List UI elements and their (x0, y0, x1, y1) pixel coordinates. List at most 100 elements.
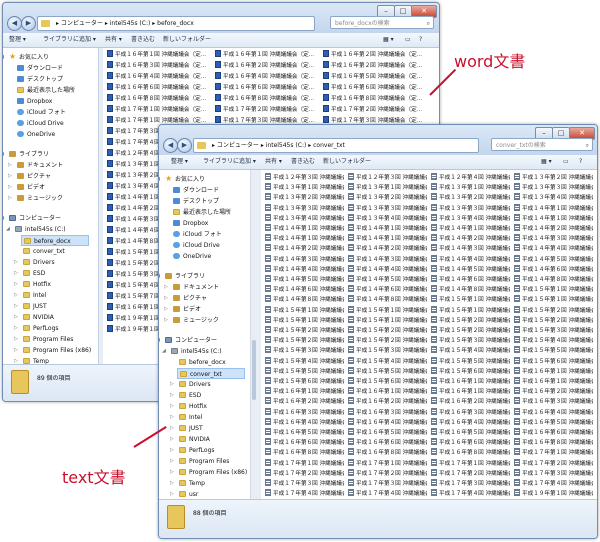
file-item[interactable]: 平成１９年第１回 沖縄議議会（定... (514, 489, 593, 499)
file-item[interactable]: 平成１４年第１回 沖縄議議会（定... (265, 234, 344, 244)
file-item[interactable]: 平成１４年第２回 沖縄議議会（定... (265, 244, 344, 254)
expand-arrow-icon[interactable]: ▷ (170, 478, 174, 489)
file-item[interactable]: 平成１５年第３回 沖縄議議会（定... (431, 336, 510, 346)
sidebar-item-favorite-4[interactable]: Dropbox (171, 218, 245, 229)
back-button[interactable]: ◀ (7, 16, 22, 31)
sidebar-item-favorite-1[interactable]: ダウンロード (15, 63, 89, 74)
forward-button[interactable]: ▶ (177, 138, 192, 153)
file-item[interactable]: 平成１６年第１回 沖縄議議会（定... (514, 377, 593, 387)
sidebar-item-intel[interactable]: ▷ Intel (14, 290, 89, 301)
sidebar-item-nvidia[interactable]: ▷ NVIDIA (170, 434, 245, 445)
expand-arrow-icon[interactable]: ▷ (14, 257, 18, 268)
sidebar-item-library-0[interactable]: ◢ ライブラリ (159, 271, 245, 282)
file-item[interactable]: 平成１６年第２回 沖縄議議会（定... (323, 50, 427, 60)
expand-arrow-icon[interactable]: ▷ (170, 456, 174, 467)
file-item[interactable]: 平成１３年第３回 沖縄議議会（定... (348, 203, 427, 214)
file-item[interactable]: 平成１４年第８回 沖縄議議会（定... (265, 295, 344, 305)
sidebar-item-library-0[interactable]: ◢ ライブラリ (3, 149, 89, 160)
file-item[interactable]: 平成１４年第２回 沖縄議議会（定... (431, 234, 510, 244)
file-item[interactable]: 平成１３年第２回 沖縄議議会（定... (348, 193, 427, 203)
file-item[interactable]: 平成１６年第８回 沖縄議議会（定... (265, 448, 344, 458)
file-item[interactable]: 平成１５年第５回 沖縄議議会（定... (265, 366, 344, 377)
file-item[interactable]: 平成１６年第８回 沖縄議議会（定... (107, 94, 211, 104)
nav-scrollbar[interactable] (250, 170, 257, 500)
file-item[interactable]: 平成１６年第３回 沖縄議議会（定... (514, 397, 593, 407)
file-item[interactable]: 平成１６年第１回 沖縄議議会（定... (215, 50, 319, 60)
sidebar-item-computer[interactable]: ◢ コンピューター (159, 335, 245, 346)
file-item[interactable]: 平成１６年第２回 沖縄議議会（定... (265, 397, 344, 407)
file-item[interactable]: 平成１４年第１回 沖縄議議会（定... (514, 213, 593, 224)
file-item[interactable]: 平成１６年第２回 沖縄議議会（定... (514, 387, 593, 397)
expand-arrow-icon[interactable]: ▷ (14, 279, 18, 290)
expand-arrow-icon[interactable]: ◢ (3, 52, 4, 63)
file-item[interactable]: 平成１３年第４回 沖縄議議会（定... (514, 193, 593, 203)
file-item[interactable]: 平成１６年第６回 沖縄議議会（定... (107, 83, 211, 93)
sidebar-item-favorite-3[interactable]: 最近表示した場所 (171, 207, 245, 218)
file-item[interactable]: 平成１６年第４回 沖縄議議会（定... (348, 417, 427, 428)
file-item[interactable]: 平成１５年第６回 沖縄議議会（定... (514, 356, 593, 367)
sidebar-item-favorite-7[interactable]: OneDrive (15, 129, 89, 140)
file-item[interactable]: 平成１４年第６回 沖縄議議会（定... (514, 264, 593, 275)
sidebar-item-library-4[interactable]: ▷ ミュージック (164, 315, 245, 326)
file-item[interactable]: 平成１５年第１回 沖縄議議会（定... (265, 305, 344, 316)
sidebar-item-computer[interactable]: ◢ コンピューター (3, 213, 89, 224)
expand-arrow-icon[interactable]: ▷ (170, 467, 174, 478)
file-item[interactable]: 平成１４年第３回 沖縄議議会（定... (265, 254, 344, 265)
expand-arrow-icon[interactable]: ▷ (8, 193, 12, 204)
file-item[interactable]: 平成１４年第４回 沖縄議議会（定... (514, 244, 593, 254)
file-item[interactable]: 平成１５年第１回 沖縄議議会（定... (431, 305, 510, 316)
file-item[interactable]: 平成１６年第１回 沖縄議議会（定... (431, 377, 510, 387)
sidebar-item-library-3[interactable]: ▷ ビデオ (164, 304, 245, 315)
file-item[interactable]: 平成１５年第５回 沖縄議議会（定... (514, 346, 593, 356)
file-item[interactable]: 平成１７年第２回 沖縄議議会（定... (323, 105, 427, 115)
forward-button[interactable]: ▶ (21, 16, 36, 31)
file-item[interactable]: 平成１６年第８回 沖縄議議会（定... (323, 94, 427, 104)
file-item[interactable]: 平成１５年第６回 沖縄議議会（定... (265, 377, 344, 387)
expand-arrow-icon[interactable]: ▷ (170, 401, 174, 412)
file-item[interactable]: 平成１４年第５回 沖縄議議会（定... (348, 275, 427, 285)
file-item[interactable]: 平成１４年第８回 沖縄議議会（定... (348, 295, 427, 305)
sidebar-item-esd[interactable]: ▷ ESD (14, 268, 89, 279)
sidebar-item-program-files-x86[interactable]: ▷ Program Files (x86) (170, 467, 247, 478)
file-item[interactable]: 平成１７年第２回 沖縄議議会（定... (265, 468, 344, 479)
expand-arrow-icon[interactable]: ▷ (8, 182, 12, 193)
expand-arrow-icon[interactable]: ▷ (164, 282, 168, 293)
preview-pane-icon[interactable]: ▭ (563, 155, 569, 169)
expand-arrow-icon[interactable]: ▷ (14, 290, 18, 301)
expand-arrow-icon[interactable]: ▷ (14, 312, 18, 323)
file-item[interactable]: 平成１６年第２回 沖縄議議会（定... (215, 61, 319, 71)
sidebar-item-favorite-6[interactable]: iCloud Drive (171, 240, 245, 251)
sidebar-item-library-4[interactable]: ▷ ミュージック (8, 193, 89, 204)
file-item[interactable]: 平成１２年第３回 沖縄議議会（定... (348, 173, 427, 183)
file-item[interactable]: 平成１３年第２回 沖縄議議会（定... (265, 193, 344, 203)
expand-arrow-icon[interactable]: ◢ (3, 149, 4, 160)
file-item[interactable]: 平成１５年第２回 沖縄議議会（定... (431, 315, 510, 326)
file-item[interactable]: 平成１３年第３回 沖縄議議会（定... (514, 183, 593, 193)
file-item[interactable]: 平成１５年第２回 沖縄議議会（定... (514, 305, 593, 316)
file-item[interactable]: 平成１６年第３回 沖縄議議会（定... (107, 61, 211, 71)
file-item[interactable]: 平成１４年第１回 沖縄議議会（定... (514, 203, 593, 214)
sidebar-item-intel[interactable]: ▷ Intel (170, 412, 245, 423)
file-item[interactable]: 平成１５年第１回 沖縄議議会（定... (431, 295, 510, 305)
file-item[interactable]: 平成１４年第３回 沖縄議議会（定... (348, 254, 427, 265)
view-options-icon[interactable]: ▦ ▾ (541, 155, 552, 169)
sidebar-item-conver-txt[interactable]: conver_txt (177, 368, 245, 379)
file-item[interactable]: 平成１５年第６回 沖縄議議会（定... (431, 366, 510, 377)
file-item[interactable]: 平成１６年第８回 沖縄議議会（定... (431, 448, 510, 458)
file-item[interactable]: 平成１６年第４回 沖縄議議会（定... (215, 72, 319, 82)
help-icon[interactable]: ? (419, 33, 422, 47)
file-item[interactable]: 平成１５年第２回 沖縄議議会（定... (265, 336, 344, 346)
file-item[interactable]: 平成１３年第４回 沖縄議議会（定... (265, 213, 344, 224)
sidebar-item-favorite-4[interactable]: Dropbox (15, 96, 89, 107)
expand-arrow-icon[interactable]: ◢ (159, 174, 160, 185)
file-item[interactable]: 平成１６年第５回 沖縄議議会（定... (431, 428, 510, 438)
expand-arrow-icon[interactable]: ◢ (6, 224, 10, 235)
file-item[interactable]: 平成１４年第６回 沖縄議議会（定... (348, 285, 427, 295)
add-to-library-button[interactable]: ライブラリに追加 ▾ (203, 155, 256, 169)
sidebar-item-favorite-0[interactable]: ◢ ★お気に入り (159, 174, 245, 185)
file-item[interactable]: 平成１４年第１回 沖縄議議会（定... (265, 224, 344, 234)
file-item[interactable]: 平成１６年第１回 沖縄議議会（定... (514, 366, 593, 377)
sidebar-item-library-3[interactable]: ▷ ビデオ (8, 182, 89, 193)
file-item[interactable]: 平成１４年第８回 沖縄議議会（定... (514, 275, 593, 285)
expand-arrow-icon[interactable]: ◢ (159, 271, 160, 282)
